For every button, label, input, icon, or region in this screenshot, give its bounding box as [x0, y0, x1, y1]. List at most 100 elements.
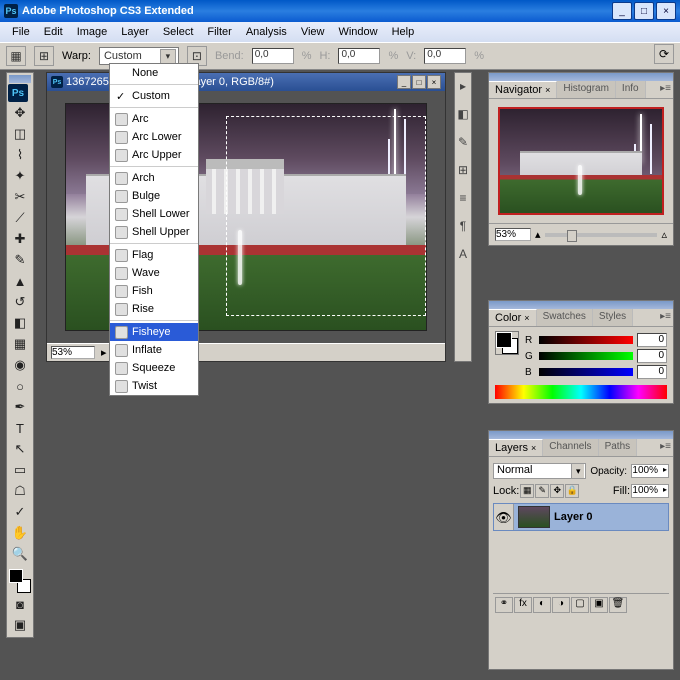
- new-layer-icon[interactable]: ▣: [590, 597, 608, 613]
- layer-name[interactable]: Layer 0: [554, 511, 593, 523]
- eyedropper-tool[interactable]: ✓: [9, 502, 31, 522]
- warp-inflate[interactable]: Inflate: [110, 341, 198, 359]
- delete-icon[interactable]: 🗑: [609, 597, 627, 613]
- dock-icon-5[interactable]: ≡: [456, 191, 470, 205]
- doc-status[interactable]: ▸: [101, 346, 107, 359]
- warp-squeeze[interactable]: Squeeze: [110, 359, 198, 377]
- lasso-tool[interactable]: ⌇: [9, 145, 31, 165]
- marquee-tool[interactable]: ◫: [9, 124, 31, 144]
- pen-tool[interactable]: ✒: [9, 397, 31, 417]
- dock-icon-3[interactable]: ✎: [456, 135, 470, 149]
- warp-shell-lower[interactable]: Shell Lower: [110, 205, 198, 223]
- warp-custom[interactable]: Custom: [110, 87, 198, 105]
- panel-collapse[interactable]: [489, 73, 673, 81]
- tab-histogram[interactable]: Histogram: [557, 81, 616, 98]
- warp-arch[interactable]: Arch: [110, 169, 198, 187]
- document-titlebar[interactable]: Ps 1367265 % (Layer 0, RGB/8#) _ □ ×: [47, 73, 445, 91]
- layer-row[interactable]: 👁 Layer 0: [493, 503, 669, 531]
- nav-zoom-field[interactable]: [495, 228, 531, 241]
- b-slider[interactable]: [539, 368, 633, 376]
- minimize-button[interactable]: _: [612, 2, 632, 20]
- warp-shell-upper[interactable]: Shell Upper: [110, 223, 198, 241]
- panel-menu-icon[interactable]: ▸≡: [660, 441, 671, 452]
- warp-rise[interactable]: Rise: [110, 300, 198, 318]
- menu-analysis[interactable]: Analysis: [240, 24, 293, 40]
- menu-view[interactable]: View: [295, 24, 331, 40]
- crop-tool[interactable]: ✂: [9, 187, 31, 207]
- toolbox-grip[interactable]: [9, 75, 31, 83]
- path-tool[interactable]: ↖: [9, 439, 31, 459]
- canvas-area[interactable]: None Custom Arc Arc Lower Arc Upper Arch…: [47, 91, 445, 343]
- lock-transparency[interactable]: ▦: [520, 484, 534, 498]
- screenmode-tool[interactable]: ▣: [9, 615, 31, 635]
- g-value[interactable]: 0: [637, 349, 667, 363]
- workspace-switcher[interactable]: ⟳: [654, 44, 674, 64]
- h-field[interactable]: 0,0: [338, 48, 380, 64]
- tab-paths[interactable]: Paths: [599, 439, 638, 456]
- history-brush-tool[interactable]: ↺: [9, 292, 31, 312]
- v-field[interactable]: 0,0: [424, 48, 466, 64]
- g-slider[interactable]: [539, 352, 633, 360]
- tab-navigator[interactable]: Navigator×: [489, 81, 557, 98]
- slice-tool[interactable]: ⟋: [9, 208, 31, 228]
- dock-icon-7[interactable]: A: [456, 247, 470, 261]
- warp-fisheye[interactable]: Fisheye: [110, 323, 198, 341]
- spectrum[interactable]: [495, 385, 667, 399]
- warp-arc[interactable]: Arc: [110, 110, 198, 128]
- menu-image[interactable]: Image: [71, 24, 114, 40]
- tab-layers[interactable]: Layers×: [489, 439, 543, 456]
- close-button[interactable]: ×: [656, 2, 676, 20]
- lock-all[interactable]: 🔒: [565, 484, 579, 498]
- mask-icon[interactable]: ◐: [533, 597, 551, 613]
- notes-tool[interactable]: ☖: [9, 481, 31, 501]
- quickmask-tool[interactable]: ◙: [9, 594, 31, 614]
- blur-tool[interactable]: ◉: [9, 355, 31, 375]
- warp-arc-lower[interactable]: Arc Lower: [110, 128, 198, 146]
- panel-menu-icon[interactable]: ▸≡: [660, 83, 671, 94]
- warp-bulge[interactable]: Bulge: [110, 187, 198, 205]
- warp-fish[interactable]: Fish: [110, 282, 198, 300]
- zoom-field[interactable]: [51, 346, 95, 359]
- doc-close[interactable]: ×: [427, 75, 441, 89]
- navigator-thumb[interactable]: [498, 107, 664, 215]
- adjustment-icon[interactable]: ◑: [552, 597, 570, 613]
- zoom-out-icon[interactable]: ▴: [535, 228, 541, 241]
- fill-field[interactable]: 100%: [631, 484, 669, 498]
- dock-icon-2[interactable]: ◧: [456, 107, 470, 121]
- dodge-tool[interactable]: ○: [9, 376, 31, 396]
- dock-icon-1[interactable]: ▸: [456, 79, 470, 93]
- bend-field[interactable]: 0,0: [252, 48, 294, 64]
- menu-layer[interactable]: Layer: [115, 24, 155, 40]
- dock-icon-6[interactable]: ¶: [456, 219, 470, 233]
- tab-channels[interactable]: Channels: [543, 439, 598, 456]
- zoom-in-icon[interactable]: ▵: [661, 228, 667, 241]
- doc-maximize[interactable]: □: [412, 75, 426, 89]
- zoom-tool[interactable]: 🔍: [9, 544, 31, 564]
- grid-icon[interactable]: ⊞: [34, 46, 54, 66]
- warp-wave[interactable]: Wave: [110, 264, 198, 282]
- wand-tool[interactable]: ✦: [9, 166, 31, 186]
- menu-window[interactable]: Window: [332, 24, 383, 40]
- heal-tool[interactable]: ✚: [9, 229, 31, 249]
- warp-arc-upper[interactable]: Arc Upper: [110, 146, 198, 164]
- opacity-field[interactable]: 100%: [631, 464, 669, 478]
- color-swatch[interactable]: [9, 569, 31, 593]
- menu-filter[interactable]: Filter: [201, 24, 237, 40]
- eraser-tool[interactable]: ◧: [9, 313, 31, 333]
- brush-tool[interactable]: ✎: [9, 250, 31, 270]
- stamp-tool[interactable]: ▲: [9, 271, 31, 291]
- tab-swatches[interactable]: Swatches: [537, 309, 593, 326]
- lock-position[interactable]: ✥: [550, 484, 564, 498]
- visibility-icon[interactable]: 👁: [494, 504, 514, 530]
- b-value[interactable]: 0: [637, 365, 667, 379]
- group-icon[interactable]: ▢: [571, 597, 589, 613]
- warp-twist[interactable]: Twist: [110, 377, 198, 395]
- menu-select[interactable]: Select: [157, 24, 200, 40]
- blend-mode-select[interactable]: Normal: [493, 463, 586, 479]
- hand-tool[interactable]: ✋: [9, 523, 31, 543]
- warp-flag[interactable]: Flag: [110, 246, 198, 264]
- type-tool[interactable]: T: [9, 418, 31, 438]
- selection-marquee[interactable]: [226, 116, 426, 316]
- nav-zoom-slider[interactable]: [545, 233, 658, 237]
- fx-icon[interactable]: fx: [514, 597, 532, 613]
